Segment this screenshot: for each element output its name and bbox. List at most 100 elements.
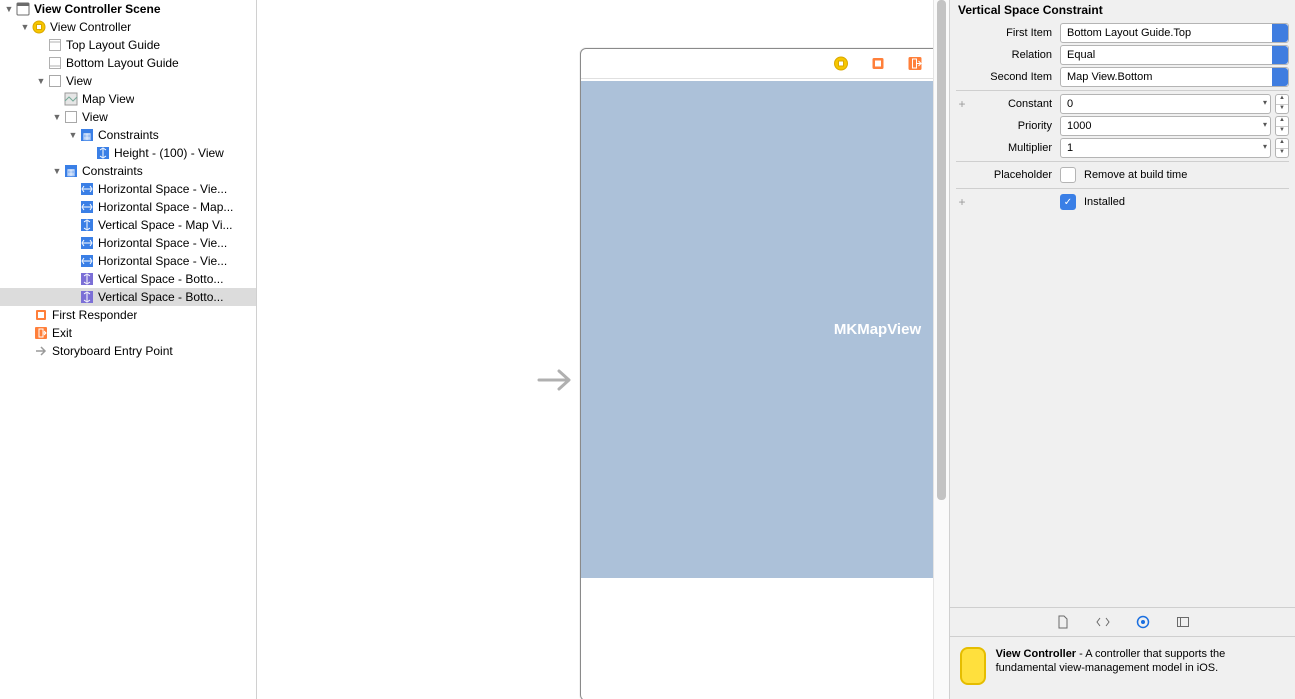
constraint-icon [80, 236, 94, 250]
scene-icon [16, 2, 30, 16]
outline-entry-point[interactable]: Storyboard Entry Point [0, 342, 256, 360]
outline-label: Storyboard Entry Point [52, 344, 173, 358]
library-tab-bar [950, 607, 1295, 637]
layout-guide-icon [48, 56, 62, 70]
outline-exit[interactable]: Exit [0, 324, 256, 342]
map-view-canvas[interactable]: MKMapView [581, 81, 950, 578]
label-remove-at-build: Remove at build time [1084, 169, 1187, 181]
outline-label: Vertical Space - Map Vi... [98, 218, 233, 232]
outline-view-controller[interactable]: ▼ View Controller [0, 18, 256, 36]
stepper-up-icon[interactable]: ▲ [1276, 95, 1288, 105]
outline-label: First Responder [52, 308, 137, 322]
outline-label: Horizontal Space - Vie... [98, 236, 227, 250]
device-frame[interactable]: MKMapView [580, 48, 950, 699]
stepper-down-icon[interactable]: ▼ [1276, 127, 1288, 136]
outline-constraint-item[interactable]: Horizontal Space - Vie... [0, 180, 256, 198]
file-template-tab-icon[interactable] [1056, 615, 1070, 629]
outline-constraints[interactable]: ▼ ▦ Constraints [0, 162, 256, 180]
disclosure-icon[interactable]: ▼ [52, 166, 62, 176]
outline-first-responder[interactable]: First Responder [0, 306, 256, 324]
installed-checkbox[interactable]: ✓ [1060, 194, 1076, 210]
remove-at-build-checkbox[interactable] [1060, 167, 1076, 183]
outline-label: Bottom Layout Guide [66, 56, 179, 70]
multiplier-field[interactable]: 1▾ [1060, 138, 1271, 158]
constraint-icon [96, 146, 110, 160]
constraint-icon [80, 182, 94, 196]
arrow-right-icon [34, 344, 48, 358]
outline-top-layout-guide[interactable]: Top Layout Guide [0, 36, 256, 54]
priority-stepper[interactable]: ▲▼ [1275, 116, 1289, 136]
label-constant: Constant [972, 98, 1056, 110]
label-placeholder: Placeholder [972, 169, 1056, 181]
stepper-up-icon[interactable]: ▲ [1276, 139, 1288, 149]
disclosure-icon[interactable]: ▼ [4, 4, 14, 14]
outline-constraint-item[interactable]: Vertical Space - Botto... [0, 270, 256, 288]
first-item-value: Bottom Layout Guide.Top [1067, 27, 1191, 39]
chevron-updown-icon: ▴▾ [1280, 71, 1284, 83]
label-priority: Priority [972, 120, 1056, 132]
constant-value: 0 [1067, 98, 1073, 110]
first-responder-icon[interactable] [870, 56, 885, 71]
view-controller-icon [32, 20, 46, 34]
media-library-tab-icon[interactable] [1176, 615, 1190, 629]
multiplier-stepper[interactable]: ▲▼ [1275, 138, 1289, 158]
outline-scene[interactable]: ▼ View Controller Scene [0, 0, 256, 18]
layout-guide-icon [48, 38, 62, 52]
disclosure-icon[interactable]: ▼ [20, 22, 30, 32]
exit-icon[interactable] [907, 56, 922, 71]
view-controller-icon[interactable] [833, 56, 848, 71]
constant-stepper[interactable]: ▲▼ [1275, 94, 1289, 114]
outline-label: View [66, 74, 92, 88]
outline-label: Height - (100) - View [114, 146, 224, 160]
outline-inner-view[interactable]: ▼ View [0, 108, 256, 126]
outline-label: View Controller [50, 20, 131, 34]
inspector-panel: Vertical Space Constraint First Item Bot… [950, 0, 1295, 699]
outline-map-view[interactable]: Map View [0, 90, 256, 108]
chevron-updown-icon: ▴▾ [1280, 27, 1284, 39]
outline-label: Map View [82, 92, 134, 106]
outline-label: Constraints [98, 128, 159, 142]
outline-inner-constraints[interactable]: ▼ ▦ Constraints [0, 126, 256, 144]
exit-icon [34, 326, 48, 340]
disclosure-icon[interactable]: ▼ [52, 112, 62, 122]
constant-field[interactable]: 0▾ [1060, 94, 1271, 114]
scene-header[interactable] [581, 49, 950, 79]
outline-constraint-item[interactable]: Vertical Space - Map Vi... [0, 216, 256, 234]
outline-constraint-item[interactable]: Horizontal Space - Vie... [0, 252, 256, 270]
constraints-group-icon: ▦ [64, 164, 78, 178]
code-snippet-tab-icon[interactable] [1096, 615, 1110, 629]
object-library-tab-icon[interactable] [1136, 615, 1150, 629]
canvas-scrollbar[interactable] [933, 0, 949, 699]
multiplier-value: 1 [1067, 142, 1073, 154]
second-item-select[interactable]: Map View.Bottom▴▾ [1060, 67, 1289, 87]
map-view-label: MKMapView [834, 321, 921, 338]
add-constant-button[interactable]: + [956, 97, 968, 111]
chevron-down-icon[interactable]: ▾ [1263, 120, 1267, 129]
outline-constraint-item-selected[interactable]: Vertical Space - Botto... [0, 288, 256, 306]
stepper-up-icon[interactable]: ▲ [1276, 117, 1288, 127]
outline-view[interactable]: ▼ View [0, 72, 256, 90]
label-relation: Relation [972, 49, 1056, 61]
storyboard-canvas[interactable]: MKMapView [257, 0, 950, 699]
outline-label: Constraints [82, 164, 143, 178]
outline-bottom-layout-guide[interactable]: Bottom Layout Guide [0, 54, 256, 72]
outline-height-constraint[interactable]: Height - (100) - View [0, 144, 256, 162]
relation-select[interactable]: Equal▴▾ [1060, 45, 1289, 65]
scrollbar-thumb[interactable] [937, 0, 946, 500]
help-title: View Controller [996, 648, 1076, 660]
first-item-select[interactable]: Bottom Layout Guide.Top ▴▾ [1060, 23, 1289, 43]
stepper-down-icon[interactable]: ▼ [1276, 105, 1288, 114]
chevron-down-icon[interactable]: ▾ [1263, 98, 1267, 107]
priority-field[interactable]: 1000 ▾ [1060, 116, 1271, 136]
outline-constraint-item[interactable]: Horizontal Space - Map... [0, 198, 256, 216]
mapview-icon [64, 92, 78, 106]
constraint-icon [80, 200, 94, 214]
outline-constraint-item[interactable]: Horizontal Space - Vie... [0, 234, 256, 252]
label-installed: Installed [1084, 196, 1125, 208]
chevron-down-icon[interactable]: ▾ [1263, 142, 1267, 151]
disclosure-icon[interactable]: ▼ [36, 76, 46, 86]
add-installed-button[interactable]: + [956, 195, 968, 209]
stepper-down-icon[interactable]: ▼ [1276, 149, 1288, 158]
disclosure-icon[interactable]: ▼ [68, 130, 78, 140]
priority-value: 1000 [1067, 120, 1091, 132]
